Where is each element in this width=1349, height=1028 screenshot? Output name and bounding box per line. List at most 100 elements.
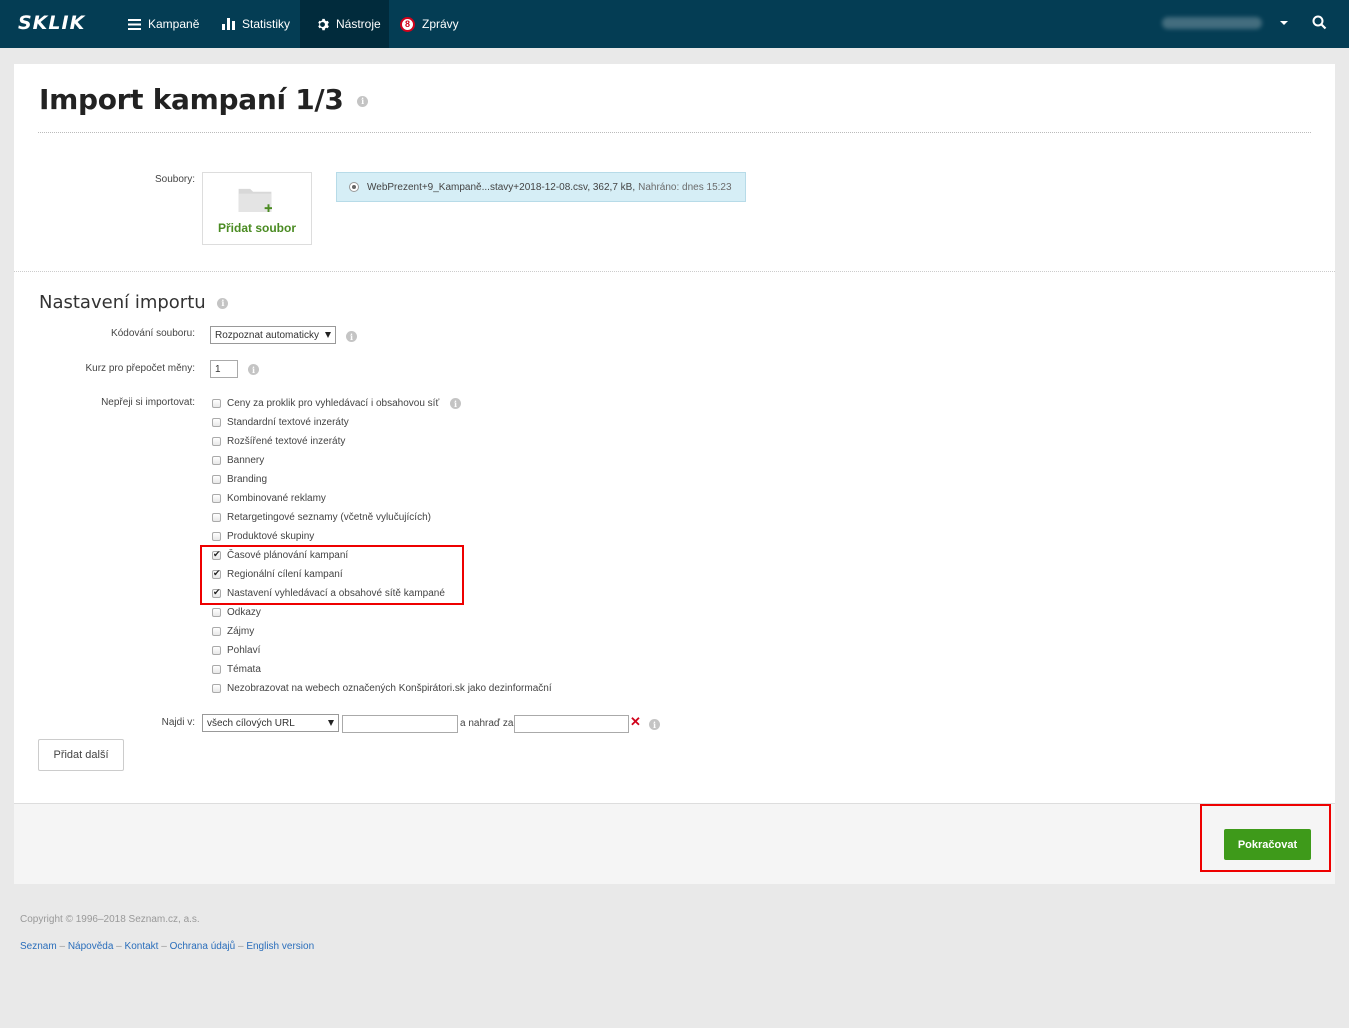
exclude-option[interactable]: Produktové skupiny bbox=[212, 529, 314, 543]
checkbox[interactable] bbox=[212, 626, 221, 636]
clear-icon[interactable]: ✕ bbox=[630, 714, 641, 730]
exclude-option[interactable]: Rozšířené textové inzeráty bbox=[212, 434, 345, 448]
separator: – bbox=[56, 941, 68, 952]
checkbox-label: Standardní textové inzeráty bbox=[227, 416, 349, 428]
bar-chart-icon bbox=[222, 18, 235, 30]
settings-title-text: Nastavení importu bbox=[39, 292, 206, 313]
find-in-select[interactable]: všech cílových URL bbox=[202, 714, 339, 732]
folder-add-icon bbox=[238, 188, 272, 212]
exclude-option[interactable]: Zájmy bbox=[212, 624, 254, 638]
exclude-option[interactable]: Pohlaví bbox=[212, 643, 260, 657]
checkbox-label: Branding bbox=[227, 473, 268, 485]
info-icon[interactable]: i bbox=[356, 95, 368, 107]
checkbox-label: Retargetingové seznamy (včetně vylučujíc… bbox=[227, 511, 431, 523]
top-navigation: SKLIK Kampaně Statistiky Nástroje 8 Zprá… bbox=[0, 0, 1349, 48]
replace-input[interactable] bbox=[514, 715, 629, 733]
rate-input[interactable] bbox=[210, 360, 238, 378]
footer-link-english[interactable]: English version bbox=[246, 941, 314, 952]
checkbox[interactable] bbox=[212, 474, 221, 484]
exclude-option[interactable]: Bannery bbox=[212, 453, 264, 467]
search-icon[interactable] bbox=[1312, 15, 1327, 35]
page-title-text: Import kampaní 1/3 bbox=[39, 83, 344, 116]
exclude-label: Nepřeji si importovat: bbox=[101, 397, 195, 408]
exclude-option[interactable]: Ceny za proklik pro vyhledávací i obsaho… bbox=[212, 396, 439, 410]
files-label: Soubory: bbox=[154, 174, 195, 185]
info-icon[interactable]: i bbox=[248, 364, 259, 375]
chevron-down-icon bbox=[328, 720, 334, 726]
nav-label: Nástroje bbox=[336, 17, 381, 31]
rate-label: Kurz pro přepočet měny: bbox=[85, 363, 196, 374]
encoding-label: Kódování souboru: bbox=[111, 328, 195, 339]
encoding-select[interactable]: Rozpoznat automaticky bbox=[210, 326, 336, 344]
footer-link-kontakt[interactable]: Kontakt bbox=[125, 941, 159, 952]
exclude-option[interactable]: Nezobrazovat na webech označených Konšpi… bbox=[212, 681, 552, 695]
footer-links: Seznam – Nápověda – Kontakt – Ochrana úd… bbox=[20, 941, 314, 952]
menu-icon bbox=[128, 18, 141, 30]
info-icon[interactable]: i bbox=[649, 719, 660, 730]
exclude-option[interactable]: Odkazy bbox=[212, 605, 261, 619]
checkbox[interactable] bbox=[212, 664, 221, 674]
checkbox[interactable] bbox=[212, 417, 221, 427]
sklik-logo[interactable]: SKLIK bbox=[18, 12, 85, 34]
add-file-button[interactable]: Přidat soubor bbox=[202, 172, 312, 245]
uploaded-file-meta: Nahráno: dnes 15:23 bbox=[638, 181, 732, 193]
checkbox[interactable] bbox=[212, 512, 221, 522]
checkbox[interactable] bbox=[212, 436, 221, 446]
nav-item-kampane[interactable]: Kampaně bbox=[128, 0, 199, 48]
footer-link-napoveda[interactable]: Nápověda bbox=[68, 941, 114, 952]
user-account-name[interactable] bbox=[1162, 17, 1262, 29]
uploaded-file-name: WebPrezent+9_Kampaně...stavy+2018-12-08.… bbox=[367, 181, 636, 193]
checkbox[interactable] bbox=[212, 683, 221, 693]
checkbox-label: Témata bbox=[227, 663, 261, 675]
separator: – bbox=[113, 941, 125, 952]
checkbox[interactable] bbox=[212, 607, 221, 617]
exclude-option[interactable]: Témata bbox=[212, 662, 261, 676]
file-radio[interactable] bbox=[349, 182, 359, 192]
footer-link-seznam[interactable]: Seznam bbox=[20, 941, 57, 952]
checkbox-label: Kombinované reklamy bbox=[227, 492, 326, 504]
info-icon[interactable]: i bbox=[217, 297, 229, 309]
info-icon[interactable]: i bbox=[346, 331, 357, 342]
replace-label: a nahraď za bbox=[460, 718, 514, 729]
checkbox-label: Produktové skupiny bbox=[227, 530, 315, 542]
nav-item-zpravy[interactable]: 8 Zprávy bbox=[400, 0, 459, 48]
messages-count-badge: 8 bbox=[400, 16, 415, 32]
chevron-down-icon bbox=[325, 332, 331, 338]
separator: – bbox=[158, 941, 170, 952]
chevron-down-icon[interactable] bbox=[1280, 21, 1288, 25]
uploaded-file[interactable]: WebPrezent+9_Kampaně...stavy+2018-12-08.… bbox=[336, 172, 746, 202]
add-file-label: Přidat soubor bbox=[217, 221, 296, 235]
separator: – bbox=[235, 941, 247, 952]
nav-label: Kampaně bbox=[148, 17, 200, 31]
checkbox-label: Zájmy bbox=[227, 625, 255, 637]
exclude-option[interactable]: Kombinované reklamy bbox=[212, 491, 326, 505]
nav-item-nastroje[interactable]: Nástroje bbox=[300, 0, 389, 48]
exclude-option[interactable]: Branding bbox=[212, 472, 267, 486]
checkbox[interactable] bbox=[212, 455, 221, 465]
highlight-box bbox=[200, 545, 464, 605]
nav-label: Statistiky bbox=[242, 17, 291, 31]
divider bbox=[38, 132, 1311, 133]
gear-icon bbox=[316, 18, 329, 31]
find-label: Najdi v: bbox=[161, 717, 195, 728]
copyright: Copyright © 1996–2018 Seznam.cz, a.s. bbox=[20, 914, 200, 925]
exclude-option[interactable]: Standardní textové inzeráty bbox=[212, 415, 349, 429]
checkbox[interactable] bbox=[212, 645, 221, 655]
encoding-select-value: Rozpoznat automaticky bbox=[215, 329, 319, 341]
checkbox[interactable] bbox=[212, 493, 221, 503]
find-input[interactable] bbox=[342, 715, 458, 733]
messages-badge-icon: 8 bbox=[400, 16, 415, 32]
checkbox[interactable] bbox=[212, 531, 221, 541]
footer-link-ochrana[interactable]: Ochrana údajů bbox=[170, 941, 236, 952]
info-icon[interactable]: i bbox=[450, 398, 461, 409]
find-in-value: všech cílových URL bbox=[207, 717, 295, 729]
add-more-button[interactable]: Přidat další bbox=[38, 739, 124, 771]
checkbox-label: Ceny za proklik pro vyhledávací i obsaho… bbox=[227, 397, 440, 409]
checkbox[interactable] bbox=[212, 398, 221, 408]
exclude-option[interactable]: Retargetingové seznamy (včetně vylučujíc… bbox=[212, 510, 431, 524]
checkbox-label: Odkazy bbox=[227, 606, 261, 618]
nav-item-statistiky[interactable]: Statistiky bbox=[222, 0, 290, 48]
checkbox-label: Rozšířené textové inzeráty bbox=[227, 435, 346, 447]
page-title: Import kampaní 1/3 i bbox=[39, 83, 368, 116]
checkbox-label: Bannery bbox=[227, 454, 265, 466]
